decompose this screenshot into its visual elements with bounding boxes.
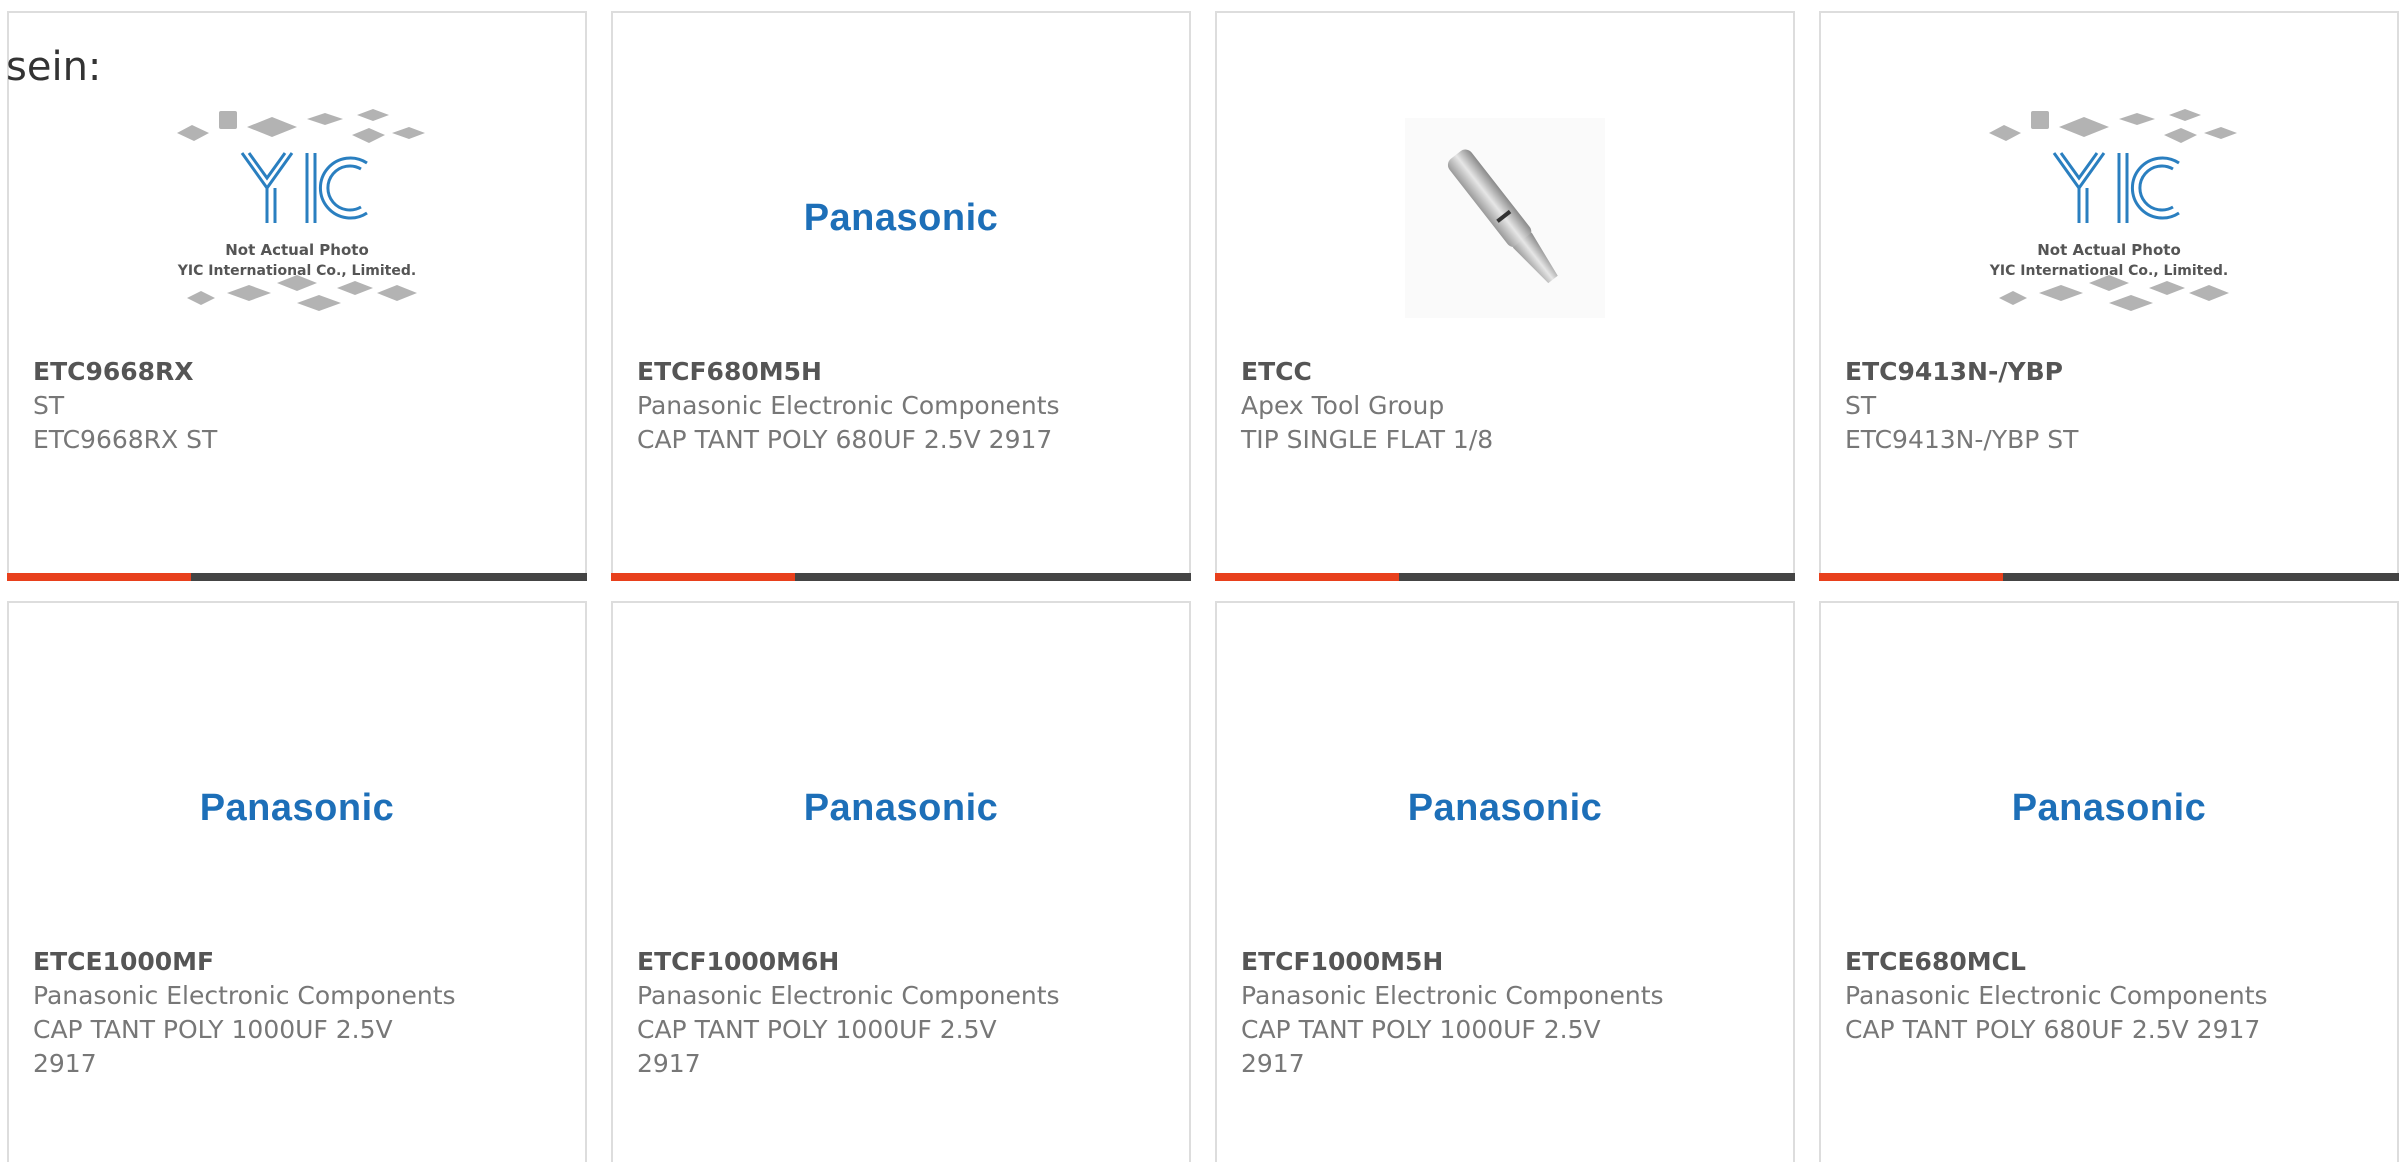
- part-number[interactable]: ETCF1000M6H: [637, 945, 1157, 979]
- product-card[interactable]: ETCC Apex Tool Group TIP SINGLE FLAT 1/8: [1215, 11, 1795, 581]
- description-cont: 2917: [637, 1049, 701, 1078]
- manufacturer: Panasonic Electronic Components: [637, 981, 1060, 1010]
- product-card[interactable]: Panasonic ETCF680M5H Panasonic Electroni…: [611, 11, 1191, 581]
- part-number[interactable]: ETCF1000M5H: [1241, 945, 1761, 979]
- description: CAP TANT POLY 1000UF 2.5V: [637, 1015, 997, 1044]
- product-image: Panasonic: [613, 673, 1189, 943]
- panasonic-logo: Panasonic: [803, 196, 999, 239]
- part-number[interactable]: ETCE1000MF: [33, 945, 553, 979]
- product-image: Panasonic: [1821, 673, 2397, 943]
- part-number[interactable]: ETC9413N-/YBP: [1845, 355, 2365, 389]
- product-image: Panasonic: [1217, 673, 1793, 943]
- card-accent-bar: [7, 573, 587, 581]
- yic-placeholder-image: Not Actual Photo YIC International Co., …: [1989, 109, 2237, 311]
- description-cont: 2917: [1241, 1049, 1305, 1078]
- description-cont: 2917: [33, 1049, 97, 1078]
- product-image: Panasonic: [613, 83, 1189, 353]
- product-card[interactable]: Panasonic ETCE1000MF Panasonic Electroni…: [7, 601, 587, 1162]
- part-number[interactable]: ETC9668RX: [33, 355, 553, 389]
- description: CAP TANT POLY 1000UF 2.5V: [33, 1015, 393, 1044]
- part-number[interactable]: ETCF680M5H: [637, 355, 1157, 389]
- image-caption-1: Not Actual Photo: [2037, 241, 2181, 259]
- yic-placeholder-image: Not Actual Photo YIC International Co., …: [177, 109, 425, 311]
- panasonic-logo: Panasonic: [803, 786, 999, 829]
- description: ETC9668RX ST: [33, 425, 218, 454]
- card-accent-bar: [1215, 573, 1795, 581]
- description: CAP TANT POLY 680UF 2.5V 2917: [637, 425, 1053, 454]
- description: CAP TANT POLY 680UF 2.5V 2917: [1845, 1015, 2261, 1044]
- solder-tip-photo: [1405, 118, 1605, 318]
- description: CAP TANT POLY 1000UF 2.5V: [1241, 1015, 1601, 1044]
- manufacturer: Panasonic Electronic Components: [33, 981, 456, 1010]
- product-card[interactable]: Not Actual Photo YIC International Co., …: [7, 11, 587, 581]
- manufacturer: ST: [33, 391, 65, 420]
- product-card[interactable]: Panasonic ETCE680MCL Panasonic Electroni…: [1819, 601, 2399, 1162]
- panasonic-logo: Panasonic: [199, 786, 395, 829]
- part-number[interactable]: ETCE680MCL: [1845, 945, 2365, 979]
- manufacturer: Panasonic Electronic Components: [637, 391, 1060, 420]
- manufacturer: Panasonic Electronic Components: [1845, 981, 2268, 1010]
- product-grid: Not Actual Photo YIC International Co., …: [0, 0, 2400, 1162]
- product-image: Not Actual Photo YIC International Co., …: [9, 83, 585, 353]
- product-image: Not Actual Photo YIC International Co., …: [1821, 83, 2397, 353]
- product-card[interactable]: Not Actual Photo YIC International Co., …: [1819, 11, 2399, 581]
- description: ETC9413N-/YBP ST: [1845, 425, 2079, 454]
- product-image: [1217, 83, 1793, 353]
- panasonic-logo: Panasonic: [1407, 786, 1603, 829]
- image-caption-2: YIC International Co., Limited.: [177, 263, 416, 279]
- part-number[interactable]: ETCC: [1241, 355, 1761, 389]
- manufacturer: ST: [1845, 391, 1877, 420]
- intro-text: sein:: [6, 44, 102, 90]
- manufacturer: Panasonic Electronic Components: [1241, 981, 1664, 1010]
- card-accent-bar: [611, 573, 1191, 581]
- description: TIP SINGLE FLAT 1/8: [1241, 425, 1494, 454]
- panasonic-logo: Panasonic: [2011, 786, 2207, 829]
- product-card[interactable]: Panasonic ETCF1000M6H Panasonic Electron…: [611, 601, 1191, 1162]
- card-accent-bar: [1819, 573, 2399, 581]
- product-card[interactable]: Panasonic ETCF1000M5H Panasonic Electron…: [1215, 601, 1795, 1162]
- image-caption-1: Not Actual Photo: [225, 241, 369, 259]
- image-caption-2: YIC International Co., Limited.: [1989, 263, 2228, 279]
- manufacturer: Apex Tool Group: [1241, 391, 1445, 420]
- product-image: Panasonic: [9, 673, 585, 943]
